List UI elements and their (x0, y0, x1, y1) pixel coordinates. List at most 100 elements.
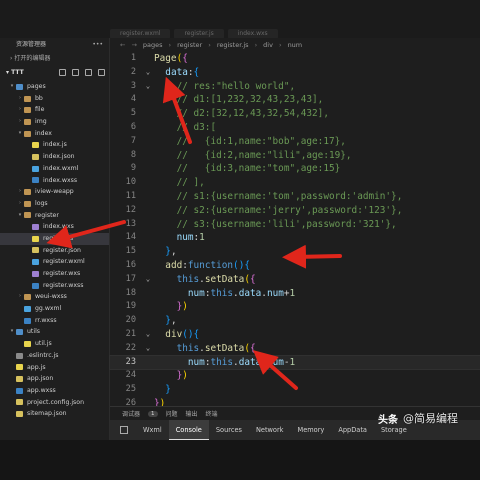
tree-item[interactable]: util.js (0, 338, 109, 350)
tree-item[interactable]: register.json (0, 245, 109, 257)
tree-item[interactable]: ▾ utils (0, 326, 109, 338)
breadcrumb-item[interactable]: pages (143, 38, 163, 52)
code-line[interactable]: 10 // ], (110, 176, 480, 190)
tree-item[interactable]: index.wxs (0, 221, 109, 233)
fold-gutter (142, 52, 154, 66)
new-folder-icon[interactable] (72, 69, 79, 76)
breadcrumb-item[interactable]: div (263, 38, 273, 52)
tab-sources[interactable]: Sources (209, 420, 249, 440)
code-line[interactable]: 20 }, (110, 314, 480, 328)
tree-item-label: iview-weapp (35, 188, 74, 196)
fold-chevron-icon[interactable]: ⌄ (142, 80, 154, 94)
tree-item[interactable]: › weui-wxss (0, 291, 109, 303)
tree-item[interactable]: register.js (0, 232, 109, 245)
tree-item[interactable]: › logs (0, 198, 109, 210)
wxml-file-icon (32, 165, 39, 172)
tree-item[interactable]: › iview-weapp (0, 186, 109, 198)
code-line[interactable]: 12 // s2:{username:'jerry',password:'123… (110, 204, 480, 218)
tree-item[interactable]: › bb (0, 93, 109, 105)
tab-output[interactable]: 输出 (186, 409, 198, 418)
tab-terminal[interactable]: 终端 (206, 409, 218, 418)
tree-item[interactable]: project.config.json (0, 397, 109, 409)
wxs-file-icon (32, 270, 39, 277)
code-line[interactable]: 22 ⌄ this.setData({ (110, 342, 480, 356)
tree-item[interactable]: app.wxss (0, 385, 109, 397)
tab-problems[interactable]: 问题 (166, 409, 178, 418)
project-root[interactable]: ▾ TTT (0, 65, 109, 81)
fold-chevron-icon[interactable]: ⌄ (142, 273, 154, 287)
refresh-icon[interactable] (85, 69, 92, 76)
tree-item[interactable]: index.wxss (0, 175, 109, 187)
inspect-element-icon[interactable] (120, 426, 128, 434)
code-line[interactable]: 8 // {id:2,name:"lili",age:19}, (110, 149, 480, 163)
tree-item[interactable]: index.json (0, 151, 109, 163)
folder-icon (24, 130, 31, 137)
code-lines[interactable]: 1 Page({2 ⌄ data:{3 ⌄ // res:"hello world",… (109, 52, 480, 411)
code-line[interactable]: 23 num:this.data.num-1 (109, 354, 480, 371)
tree-item[interactable]: ▾ register (0, 210, 109, 222)
explorer-title: 资源管理器 (16, 41, 47, 48)
collapse-all-icon[interactable] (98, 69, 105, 76)
code-editor[interactable]: ← → pages › register › register.js › div… (109, 38, 480, 409)
more-icon[interactable]: ••• (92, 38, 103, 52)
code-line[interactable]: 1 Page({ (110, 52, 480, 66)
code-line[interactable]: 9 // {id:3,name:"tom",age:15} (110, 162, 480, 176)
fold-chevron-icon[interactable]: ⌄ (142, 328, 154, 342)
breadcrumb-item[interactable]: register (177, 38, 202, 52)
code-line[interactable]: 16 add:function(){ (110, 259, 480, 273)
tree-item[interactable]: app.json (0, 373, 109, 385)
tab-wxml[interactable]: Wxml (136, 420, 169, 440)
forward-arrow-icon[interactable]: → (131, 38, 136, 52)
new-file-icon[interactable] (59, 69, 66, 76)
code-line[interactable]: 3 ⌄ // res:"hello world", (110, 80, 480, 94)
back-arrow-icon[interactable]: ← (120, 38, 125, 52)
tree-item[interactable]: ▾ pages (0, 81, 109, 93)
tree-item[interactable]: .eslintrc.js (0, 350, 109, 362)
code-line[interactable]: 4 // d1:[1,232,32,43,23,43], (110, 93, 480, 107)
code-line[interactable]: 6 // d3:[ (110, 121, 480, 135)
tree-item[interactable]: rr.wxss (0, 315, 109, 327)
code-line[interactable]: 18 num:this.data.num+1 (110, 287, 480, 301)
code-line[interactable]: 13 // s3:{username:'lili',password:'321'… (110, 218, 480, 232)
tree-item[interactable]: app.js (0, 362, 109, 374)
code-line[interactable]: 5 // d2:[32,12,43,32,54,432], (110, 107, 480, 121)
tab-memory[interactable]: Memory (291, 420, 332, 440)
breadcrumb-item[interactable]: register.js (217, 38, 249, 52)
tab-console[interactable]: Console (168, 420, 209, 440)
tab-network[interactable]: Network (249, 420, 291, 440)
code-line[interactable]: 11 // s1:{username:'tom',password:'admin… (110, 190, 480, 204)
tab-appdata[interactable]: AppData (331, 420, 374, 440)
fold-gutter (142, 121, 154, 135)
open-editors-section[interactable]: › 打开的编辑器 (0, 52, 109, 65)
code-line[interactable]: 17 ⌄ this.setData({ (110, 273, 480, 287)
tree-item[interactable]: register.wxss (0, 280, 109, 292)
tree-item-label: app.json (27, 375, 54, 383)
code-line[interactable]: 25 } (110, 383, 480, 397)
code-line[interactable]: 19 }) (110, 300, 480, 314)
tree-item[interactable]: register.wxml (0, 256, 109, 268)
tree-item[interactable]: ▾ index (0, 128, 109, 140)
explorer-toolbar (59, 65, 105, 76)
line-number: 2 (130, 66, 136, 77)
tab-debugger[interactable]: 调试器 (122, 409, 140, 418)
code-line[interactable]: 21 ⌄ div(){ (110, 328, 480, 342)
tree-item[interactable]: register.wxs (0, 268, 109, 280)
tree-item[interactable]: › img (0, 116, 109, 128)
code-line[interactable]: 15 }, (110, 245, 480, 259)
tree-item[interactable]: index.js (0, 139, 109, 151)
tree-item[interactable]: index.wxml (0, 163, 109, 175)
fold-gutter (142, 204, 154, 218)
code-line[interactable]: 14 num:1 (110, 231, 480, 245)
code-token: data (238, 356, 262, 368)
code-line[interactable]: 24 }) (110, 369, 480, 383)
tree-item[interactable]: gg.wxml (0, 303, 109, 315)
code-line[interactable]: 2 ⌄ data:{ (110, 66, 480, 80)
fold-gutter (142, 314, 154, 328)
fold-chevron-icon[interactable]: ⌄ (142, 66, 154, 80)
tree-item[interactable]: sitemap.json (0, 408, 109, 420)
breadcrumb-item[interactable]: num (288, 38, 303, 52)
fold-chevron-icon[interactable]: ⌄ (142, 342, 154, 356)
tree-item[interactable]: › file (0, 104, 109, 116)
code-line[interactable]: 7 // {id:1,name:"bob",age:17}, (110, 135, 480, 149)
json-file-icon (16, 376, 23, 383)
